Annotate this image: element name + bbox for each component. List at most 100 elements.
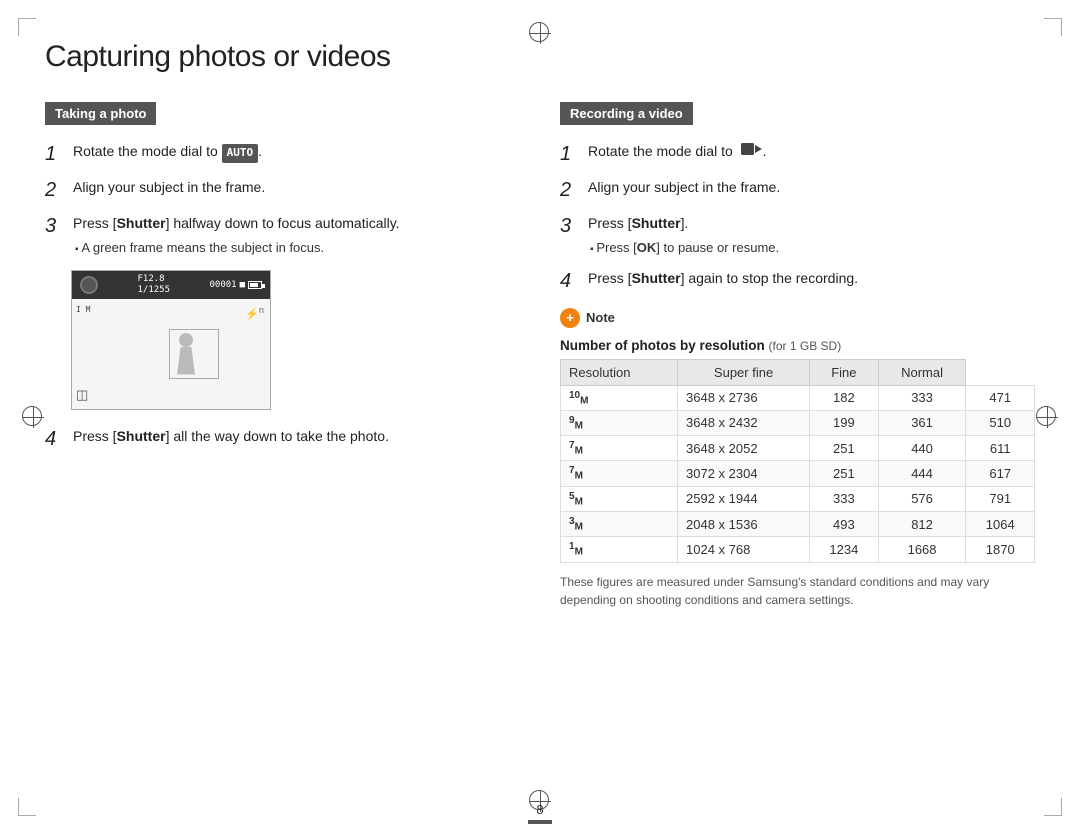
taking-photo-header: Taking a photo xyxy=(45,102,156,125)
step-photo-3: 3 Press [Shutter] halfway down to focus … xyxy=(45,213,520,258)
camera-lcd-diagram: F12.8 1/1255 00001 ■ I M ◫ xyxy=(71,270,271,410)
left-column: Taking a photo 1 Rotate the mode dial to… xyxy=(45,102,520,609)
table-row: 7M 3072 x 2304 251 444 617 xyxy=(561,461,1035,486)
cell-normal-1: 510 xyxy=(966,410,1035,435)
cell-resolution-2: 3648 x 2052 xyxy=(678,436,810,461)
col-header-fine: Fine xyxy=(810,359,879,385)
cell-fine-4: 576 xyxy=(878,486,966,511)
cell-label-0: 10M xyxy=(561,385,678,410)
recording-video-steps: 1 Rotate the mode dial to . xyxy=(560,141,1035,294)
cell-label-4: 5M xyxy=(561,486,678,511)
cell-normal-4: 791 xyxy=(966,486,1035,511)
step-num-2: 2 xyxy=(45,177,67,203)
step-vnum-1: 1 xyxy=(560,141,582,167)
step-num-3: 3 xyxy=(45,213,67,239)
recording-video-header: Recording a video xyxy=(560,102,693,125)
cell-label-2: 7M xyxy=(561,436,678,461)
page-number-area: 8 xyxy=(528,802,552,824)
camera-indicator-1: I M xyxy=(76,305,90,314)
shutter-bold-v4: Shutter xyxy=(632,270,681,286)
cell-fine-6: 1668 xyxy=(878,537,966,562)
table-body: 10M 3648 x 2736 182 333 471 9M 3648 x 24… xyxy=(561,385,1035,562)
cell-resolution-5: 2048 x 1536 xyxy=(678,512,810,537)
step-vnum-4: 4 xyxy=(560,268,582,294)
step-vtext-1: Rotate the mode dial to . xyxy=(588,141,767,163)
table-footnote: These figures are measured under Samsung… xyxy=(560,573,1035,609)
shutter-bold-1: Shutter xyxy=(117,215,166,231)
focus-frame xyxy=(169,329,219,379)
col-header-superfine: Super fine xyxy=(678,359,810,385)
cell-fine-3: 444 xyxy=(878,461,966,486)
table-subtitle: (for 1 GB SD) xyxy=(769,339,842,353)
step-v3-subbullet: Press [OK] to pause or resume. xyxy=(590,238,779,258)
video-mode-icon xyxy=(741,141,763,163)
cell-label-1: 9M xyxy=(561,410,678,435)
taking-photo-steps: 1 Rotate the mode dial to AUTO. 2 Align … xyxy=(45,141,520,258)
cell-superfine-3: 251 xyxy=(810,461,879,486)
flash-icon: ⚡n xyxy=(245,305,264,321)
cell-fine-0: 333 xyxy=(878,385,966,410)
cell-label-6: 1M xyxy=(561,537,678,562)
note-box: + Note xyxy=(560,308,1035,328)
table-row: 10M 3648 x 2736 182 333 471 xyxy=(561,385,1035,410)
cell-resolution-4: 2592 x 1944 xyxy=(678,486,810,511)
compass-right xyxy=(1036,406,1058,428)
table-header-row: Resolution Super fine Fine Normal xyxy=(561,359,1035,385)
cell-superfine-6: 1234 xyxy=(810,537,879,562)
camera-left-bar: I M ◫ xyxy=(72,299,102,409)
cell-label-3: 7M xyxy=(561,461,678,486)
cell-superfine-4: 333 xyxy=(810,486,879,511)
corner-mark-bl xyxy=(18,798,36,816)
page-number: 8 xyxy=(536,802,543,817)
resolution-table: Resolution Super fine Fine Normal 10M 36… xyxy=(560,359,1035,563)
cell-normal-3: 617 xyxy=(966,461,1035,486)
cell-normal-6: 1870 xyxy=(966,537,1035,562)
cell-resolution-3: 3072 x 2304 xyxy=(678,461,810,486)
page-bar xyxy=(528,820,552,824)
step-photo-2: 2 Align your subject in the frame. xyxy=(45,177,520,203)
camera-body: I M ◫ ⚡n xyxy=(72,299,270,409)
camera-main-area: ⚡n xyxy=(102,299,270,409)
compass-left xyxy=(22,406,44,428)
cell-fine-1: 361 xyxy=(878,410,966,435)
cell-normal-2: 611 xyxy=(966,436,1035,461)
table-title: Number of photos by resolution (for 1 GB… xyxy=(560,338,1035,353)
step-num-4: 4 xyxy=(45,426,67,452)
shutter-bold-4: Shutter xyxy=(117,428,166,444)
auto-badge: AUTO xyxy=(222,144,259,163)
cell-superfine-2: 251 xyxy=(810,436,879,461)
table-row: 5M 2592 x 1944 333 576 791 xyxy=(561,486,1035,511)
step-vtext-2: Align your subject in the frame. xyxy=(588,177,780,198)
step-video-2: 2 Align your subject in the frame. xyxy=(560,177,1035,203)
corner-mark-tr xyxy=(1044,18,1062,36)
step-video-1: 1 Rotate the mode dial to . xyxy=(560,141,1035,167)
cell-resolution-0: 3648 x 2736 xyxy=(678,385,810,410)
cell-superfine-1: 199 xyxy=(810,410,879,435)
camera-top-right-info: 00001 ■ xyxy=(209,280,262,290)
cell-resolution-6: 1024 x 768 xyxy=(678,537,810,562)
step-text-3: Press [Shutter] halfway down to focus au… xyxy=(73,213,400,258)
table-row: 1M 1024 x 768 1234 1668 1870 xyxy=(561,537,1035,562)
shutter-bold-v3: Shutter xyxy=(632,215,681,231)
step-photo-1: 1 Rotate the mode dial to AUTO. xyxy=(45,141,520,167)
camera-top-bar: F12.8 1/1255 00001 ■ xyxy=(72,271,270,299)
step-text-2: Align your subject in the frame. xyxy=(73,177,265,198)
cell-fine-2: 440 xyxy=(878,436,966,461)
col-header-normal: Normal xyxy=(878,359,966,385)
corner-mark-br xyxy=(1044,798,1062,816)
ok-bold: OK xyxy=(637,240,657,255)
step-text-4: Press [Shutter] all the way down to take… xyxy=(73,426,389,447)
step-video-3: 3 Press [Shutter]. Press [OK] to pause o… xyxy=(560,213,1035,258)
cell-superfine-0: 182 xyxy=(810,385,879,410)
camera-lens-icon xyxy=(80,276,98,294)
cell-label-5: 3M xyxy=(561,512,678,537)
cell-normal-0: 471 xyxy=(966,385,1035,410)
camera-f-info: F12.8 1/1255 xyxy=(137,274,170,296)
note-icon: + xyxy=(560,308,580,328)
table-row: 9M 3648 x 2432 199 361 510 xyxy=(561,410,1035,435)
step-vnum-2: 2 xyxy=(560,177,582,203)
cell-superfine-5: 493 xyxy=(810,512,879,537)
table-row: 3M 2048 x 1536 493 812 1064 xyxy=(561,512,1035,537)
right-column: Recording a video 1 Rotate the mode dial… xyxy=(560,102,1035,609)
col-header-resolution: Resolution xyxy=(561,359,678,385)
